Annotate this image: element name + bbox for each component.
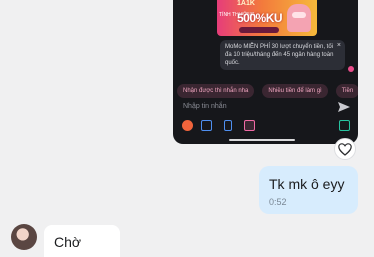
promo-top-text: 1A1K [237, 0, 255, 7]
send-icon[interactable] [338, 102, 350, 112]
momo-icon[interactable] [182, 120, 193, 131]
message-text: Tk mk ô eyy [269, 176, 345, 192]
heart-reaction-button[interactable] [334, 138, 356, 160]
promo-amount: 500%KU [237, 11, 283, 25]
outgoing-message[interactable]: Tk mk ô eyy 0:52 [259, 166, 358, 214]
message-time: 0:52 [269, 197, 287, 207]
promo-pill [239, 27, 279, 33]
promo-banner: 1A1K TÍNH THƯỞNG 500%KU [217, 0, 317, 36]
chip-quick-reply[interactable]: Tiền [335, 84, 358, 98]
notice-text: MoMo MIỄN PHÍ 30 lượt chuyển tiền, tối đ… [225, 44, 334, 66]
message-text: Chờ [54, 234, 82, 250]
chip-quick-reply[interactable]: Nhận được thì nhắn nha [177, 84, 255, 98]
mini-app-icon[interactable] [339, 120, 350, 131]
close-icon[interactable]: × [337, 42, 341, 50]
tool-bar [182, 120, 354, 132]
notification-dot [348, 66, 354, 72]
image-icon[interactable] [201, 120, 212, 131]
document-icon[interactable] [224, 120, 232, 131]
chip-quick-reply[interactable]: Nhiều tiền để làm gì [262, 84, 328, 98]
embedded-screenshot[interactable]: 1A1K TÍNH THƯỞNG 500%KU MoMo MIỄN PHÍ 30… [173, 0, 358, 144]
mascot-icon [287, 4, 311, 32]
incoming-message[interactable]: Chờ [44, 225, 120, 257]
avatar[interactable] [11, 224, 37, 250]
quick-reply-chips: Nhận được thì nhắn nha Nhiều tiền để làm … [177, 79, 358, 98]
notice-bubble: MoMo MIỄN PHÍ 30 lượt chuyển tiền, tối đ… [220, 40, 345, 70]
heart-icon [338, 142, 352, 156]
home-indicator [229, 139, 295, 141]
sticker-icon[interactable] [244, 120, 255, 131]
message-input[interactable]: Nhập tin nhắn [183, 103, 227, 110]
